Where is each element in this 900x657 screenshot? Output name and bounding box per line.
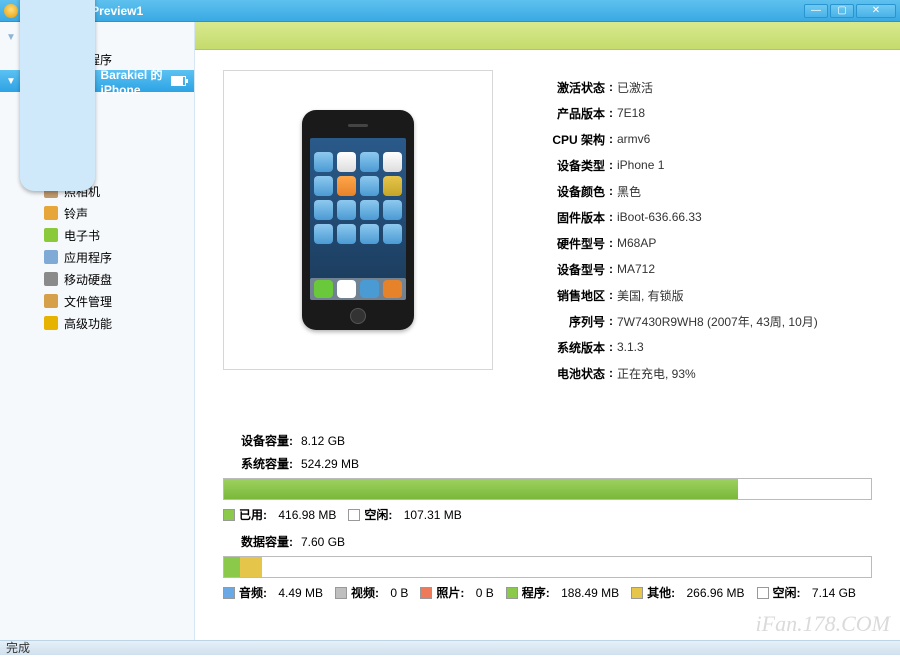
device-image-box bbox=[223, 70, 493, 370]
sidebar-item-8[interactable]: 移动硬盘 bbox=[0, 268, 194, 290]
storage-section: 设备容量: 8.12 GB 系统容量: 524.29 MB 已用: 416.98… bbox=[223, 432, 872, 601]
property-value: iPhone 1 bbox=[617, 158, 664, 172]
sidebar-label: 铃声 bbox=[64, 205, 88, 222]
system-capacity-label: 系统容量: bbox=[223, 455, 293, 472]
data-capacity-value: 7.60 GB bbox=[301, 535, 345, 549]
data-storage-bar bbox=[223, 556, 872, 578]
swatch-used bbox=[223, 509, 235, 521]
chevron-down-icon: ▼ bbox=[6, 32, 16, 43]
window-controls: — ▢ ✕ bbox=[804, 4, 896, 18]
property-label: 系统版本 bbox=[533, 339, 605, 356]
app-icon bbox=[44, 250, 58, 264]
property-label: 序列号 bbox=[533, 313, 605, 330]
property-row: 激活状态:已激活 bbox=[533, 74, 872, 100]
swatch-app bbox=[506, 587, 518, 599]
iphone-illustration bbox=[302, 110, 414, 330]
data-capacity-label: 数据容量: bbox=[223, 533, 293, 550]
property-value: 7W7430R9WH8 (2007年, 43周, 10月) bbox=[617, 313, 818, 330]
sidebar-item-9[interactable]: 文件管理 bbox=[0, 290, 194, 312]
property-row: 系统版本:3.1.3 bbox=[533, 334, 872, 360]
ebook-icon bbox=[44, 228, 58, 242]
swatch-photo bbox=[420, 587, 432, 599]
property-row: 固件版本:iBoot-636.66.33 bbox=[533, 204, 872, 230]
toolbar bbox=[195, 22, 900, 50]
sidebar-item-10[interactable]: 高级功能 bbox=[0, 312, 194, 334]
property-row: 设备类型:iPhone 1 bbox=[533, 152, 872, 178]
property-row: 硬件型号:M68AP bbox=[533, 230, 872, 256]
property-value: 黑色 bbox=[617, 183, 641, 200]
property-value: 3.1.3 bbox=[617, 340, 644, 354]
property-value: M68AP bbox=[617, 236, 656, 250]
close-button[interactable]: ✕ bbox=[856, 4, 896, 18]
property-label: 设备颜色 bbox=[533, 183, 605, 200]
sidebar-label: 移动硬盘 bbox=[64, 271, 112, 288]
property-label: 激活状态 bbox=[533, 79, 605, 96]
property-label: 电池状态 bbox=[533, 365, 605, 382]
hdd-icon bbox=[44, 272, 58, 286]
sidebar-item-7[interactable]: 应用程序 bbox=[0, 246, 194, 268]
swatch-free bbox=[348, 509, 360, 521]
minimize-button[interactable]: — bbox=[804, 4, 828, 18]
property-value: 美国, 有锁版 bbox=[617, 287, 684, 304]
property-value: iBoot-636.66.33 bbox=[617, 210, 702, 224]
system-storage-bar bbox=[223, 478, 872, 500]
property-row: 产品版本:7E18 bbox=[533, 100, 872, 126]
system-capacity-value: 524.29 MB bbox=[301, 457, 359, 471]
sidebar-label: 文件管理 bbox=[64, 293, 112, 310]
swatch-audio bbox=[223, 587, 235, 599]
chevron-down-icon: ▼ bbox=[6, 76, 16, 87]
swatch-other bbox=[631, 587, 643, 599]
device-properties: 激活状态:已激活产品版本:7E18CPU 架构:armv6设备类型:iPhone… bbox=[533, 70, 872, 386]
data-legend: 音频: 4.49 MB 视频: 0 B 照片: 0 B 程序: 188.49 M… bbox=[223, 584, 872, 601]
property-label: 硬件型号 bbox=[533, 235, 605, 252]
ring-icon bbox=[44, 206, 58, 220]
property-value: 正在充电, 93% bbox=[617, 365, 696, 382]
property-row: 设备颜色:黑色 bbox=[533, 178, 872, 204]
sidebar-label: 电子书 bbox=[64, 227, 100, 244]
sidebar-label: 高级功能 bbox=[64, 315, 112, 332]
property-row: 销售地区:美国, 有锁版 bbox=[533, 282, 872, 308]
property-label: 固件版本 bbox=[533, 209, 605, 226]
sidebar: ▼ 我的电脑 应用程序 ▼ Barakiel 的 iPhone 音乐影片照片墙纸… bbox=[0, 22, 195, 640]
swatch-free bbox=[757, 587, 769, 599]
battery-icon bbox=[171, 76, 186, 86]
sidebar-item-5[interactable]: 铃声 bbox=[0, 202, 194, 224]
property-label: 产品版本 bbox=[533, 105, 605, 122]
property-value: 已激活 bbox=[617, 79, 653, 96]
property-label: CPU 架构 bbox=[533, 131, 605, 148]
property-label: 销售地区 bbox=[533, 287, 605, 304]
property-value: armv6 bbox=[617, 132, 650, 146]
device-capacity-label: 设备容量: bbox=[223, 432, 293, 449]
system-legend: 已用: 416.98 MB 空闲: 107.31 MB bbox=[223, 506, 872, 523]
property-label: 设备型号 bbox=[533, 261, 605, 278]
device-capacity-value: 8.12 GB bbox=[301, 434, 345, 448]
property-value: MA712 bbox=[617, 262, 655, 276]
sidebar-item-6[interactable]: 电子书 bbox=[0, 224, 194, 246]
maximize-button[interactable]: ▢ bbox=[830, 4, 854, 18]
property-row: CPU 架构:armv6 bbox=[533, 126, 872, 152]
titlebar: iTools 2011 Preview1 — ▢ ✕ bbox=[0, 0, 900, 22]
sidebar-label: 应用程序 bbox=[64, 249, 112, 266]
property-label: 设备类型 bbox=[533, 157, 605, 174]
app-icon bbox=[4, 4, 18, 18]
property-value: 7E18 bbox=[617, 106, 645, 120]
sidebar-label: Barakiel 的 iPhone bbox=[101, 66, 171, 97]
property-row: 序列号:7W7430R9WH8 (2007年, 43周, 10月) bbox=[533, 308, 872, 334]
phone-icon bbox=[20, 0, 95, 191]
main-panel: 激活状态:已激活产品版本:7E18CPU 架构:armv6设备类型:iPhone… bbox=[195, 22, 900, 640]
sidebar-device[interactable]: ▼ Barakiel 的 iPhone bbox=[0, 70, 194, 92]
property-row: 设备型号:MA712 bbox=[533, 256, 872, 282]
star-icon bbox=[44, 316, 58, 330]
window-title: iTools 2011 Preview1 bbox=[24, 4, 804, 18]
swatch-video bbox=[335, 587, 347, 599]
status-bar: 完成 bbox=[0, 640, 900, 655]
file-icon bbox=[44, 294, 58, 308]
property-row: 电池状态:正在充电, 93% bbox=[533, 360, 872, 386]
